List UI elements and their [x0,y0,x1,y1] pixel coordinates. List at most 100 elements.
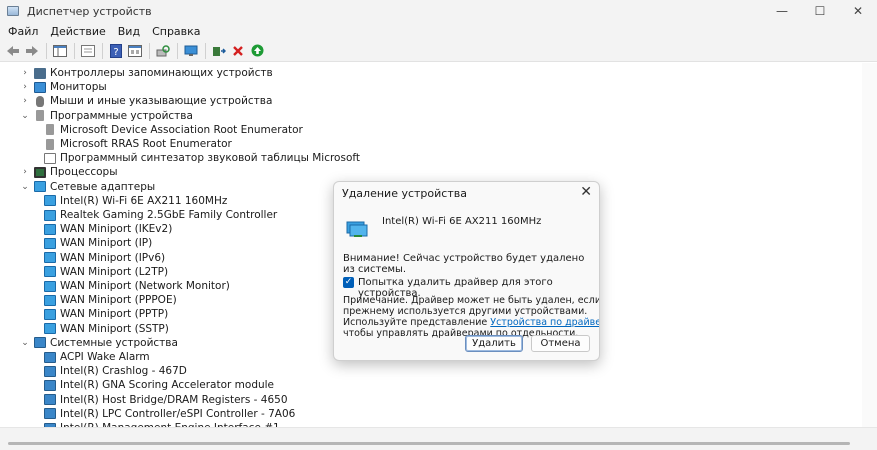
chevron-down-icon[interactable]: ⌄ [20,111,30,121]
vertical-scrollbar[interactable] [862,63,877,427]
monitor-action-icon[interactable] [182,42,200,60]
tree-category[interactable]: ⌄ Системные устройства [20,336,178,350]
horizontal-scrollbar[interactable] [0,427,877,450]
view-resources-icon[interactable] [126,42,144,60]
close-window-button[interactable]: ✕ [839,0,877,22]
tree-device-item[interactable]: Realtek Gaming 2.5GbE Family Controller [40,208,277,222]
tree-device-item[interactable]: WAN Miniport (L2TP) [40,265,168,279]
delete-button[interactable]: Удалить [465,335,523,352]
cancel-button[interactable]: Отмена [531,335,590,352]
tree-device-item[interactable]: WAN Miniport (IPv6) [40,251,165,265]
chevron-right-icon[interactable]: › [20,96,30,106]
toolbar: ? [0,40,877,62]
toolbar-separator [74,42,75,59]
tree-item-label: WAN Miniport (IP) [60,237,153,250]
devices-by-driver-link[interactable]: Устройства по драйверам [490,317,599,328]
show-hide-console-tree-icon[interactable] [51,42,69,60]
note-line: Примечание. Драйвер может не быть удален… [343,295,600,306]
minimize-button[interactable]: — [763,0,801,22]
tree-item-label: Процессоры [50,166,118,179]
network-adapter-icon [34,181,46,193]
tree-item-label: WAN Miniport (PPTP) [60,308,169,321]
tree-category[interactable]: › Мыши и иные указывающие устройства [20,94,272,108]
update-driver-icon[interactable] [210,42,228,60]
menu-view[interactable]: Вид [112,25,146,38]
tree-item-label: WAN Miniport (Network Monitor) [60,280,230,292]
tree-device-item[interactable]: WAN Miniport (IKEv2) [40,222,172,236]
tree-device-item[interactable]: Intel(R) LPC Controller/eSPI Controller … [40,407,295,421]
tree-device-item[interactable]: Microsoft Device Association Root Enumer… [40,123,303,137]
network-adapter-icon [44,195,56,207]
tree-item-label: WAN Miniport (IPv6) [60,251,166,264]
back-icon[interactable] [4,42,22,60]
system-device-icon [44,351,56,363]
chevron-down-icon[interactable]: ⌄ [20,338,30,348]
svg-text:?: ? [113,47,118,58]
tree-item-label: WAN Miniport (L2TP) [60,265,169,278]
menu-bar: Файл Действие Вид Справка [0,22,877,40]
system-device-icon [44,394,56,406]
enable-device-icon[interactable] [248,42,266,60]
help-icon[interactable]: ? [107,42,125,60]
chevron-down-icon[interactable]: ⌄ [20,182,30,192]
chevron-right-icon[interactable]: › [20,82,30,92]
tree-item-label: Мыши и иные указывающие устройства [50,95,273,108]
tree-category[interactable]: › Процессоры [20,165,118,179]
maximize-button[interactable]: ☐ [801,0,839,22]
menu-action[interactable]: Действие [44,25,111,38]
tree-device-item[interactable]: WAN Miniport (PPTP) [40,307,168,321]
tree-device-item[interactable]: Microsoft RRAS Root Enumerator [40,137,232,151]
tree-device-item[interactable]: ACPI Wake Alarm [40,350,150,364]
title-bar: Диспетчер устройств — ☐ ✕ [0,0,877,22]
software-device-icon [36,110,44,122]
network-adapter-icon [44,266,56,278]
network-adapter-icon [44,294,56,306]
storage-icon [34,67,46,79]
device-manager-app-icon [7,6,19,16]
tree-item-label: ACPI Wake Alarm [60,351,150,363]
note-prefix: Используйте представление [343,317,491,328]
toolbar-separator [205,42,206,59]
software-device-icon [46,124,54,136]
tree-item-label: WAN Miniport (IKEv2) [60,223,173,236]
dialog-title: Удаление устройства [342,187,467,200]
delete-driver-checkbox[interactable]: ✓ [343,277,354,288]
uninstall-device-icon[interactable] [229,42,247,60]
network-adapter-icon [346,220,368,238]
network-adapter-icon [44,252,56,264]
tree-device-item[interactable]: Intel(R) Wi-Fi 6E AX211 160MHz [40,194,227,208]
tree-item-label: Мониторы [50,81,107,94]
chevron-right-icon[interactable]: › [20,167,30,177]
menu-help[interactable]: Справка [146,25,206,38]
tree-category[interactable]: ⌄ Сетевые адаптеры [20,180,155,194]
network-adapter-icon [44,223,56,235]
tree-device-item[interactable]: WAN Miniport (PPPOE) [40,293,177,307]
tree-category[interactable]: ⌄ Программные устройства [20,109,193,123]
tree-device-item[interactable]: WAN Miniport (Network Monitor) [40,279,230,293]
tree-device-item[interactable]: WAN Miniport (IP) [40,236,152,250]
dialog-close-button[interactable]: ✕ [580,184,592,200]
properties-icon[interactable] [79,42,97,60]
tree-category[interactable]: › Мониторы [20,80,107,94]
tree-device-item[interactable]: Программный синтезатор звуковой таблицы … [40,151,360,165]
system-device-icon [34,337,46,349]
menu-file[interactable]: Файл [2,25,44,38]
dialog-note: Примечание. Драйвер может не быть удален… [343,295,600,339]
chevron-right-icon[interactable]: › [20,68,30,78]
horizontal-scroll-thumb[interactable] [8,442,850,445]
scan-hardware-changes-icon[interactable] [154,42,172,60]
network-adapter-icon [44,323,56,335]
network-adapter-icon [44,209,56,221]
tree-category[interactable]: › Контроллеры запоминающих устройств [20,66,273,80]
tree-device-item[interactable]: Intel(R) Host Bridge/DRAM Registers - 46… [40,393,288,407]
window-controls: — ☐ ✕ [763,0,877,22]
system-device-icon [44,408,56,420]
forward-icon[interactable] [23,42,41,60]
tree-item-label: Microsoft RRAS Root Enumerator [60,138,232,150]
tree-device-item[interactable]: WAN Miniport (SSTP) [40,322,169,336]
tree-item-label: Intel(R) LPC Controller/eSPI Controller … [60,407,296,420]
sound-icon [44,152,56,164]
toolbar-separator [149,42,150,59]
tree-device-item[interactable]: Intel(R) Crashlog - 467D [40,364,187,378]
tree-device-item[interactable]: Intel(R) GNA Scoring Accelerator module [40,378,274,392]
